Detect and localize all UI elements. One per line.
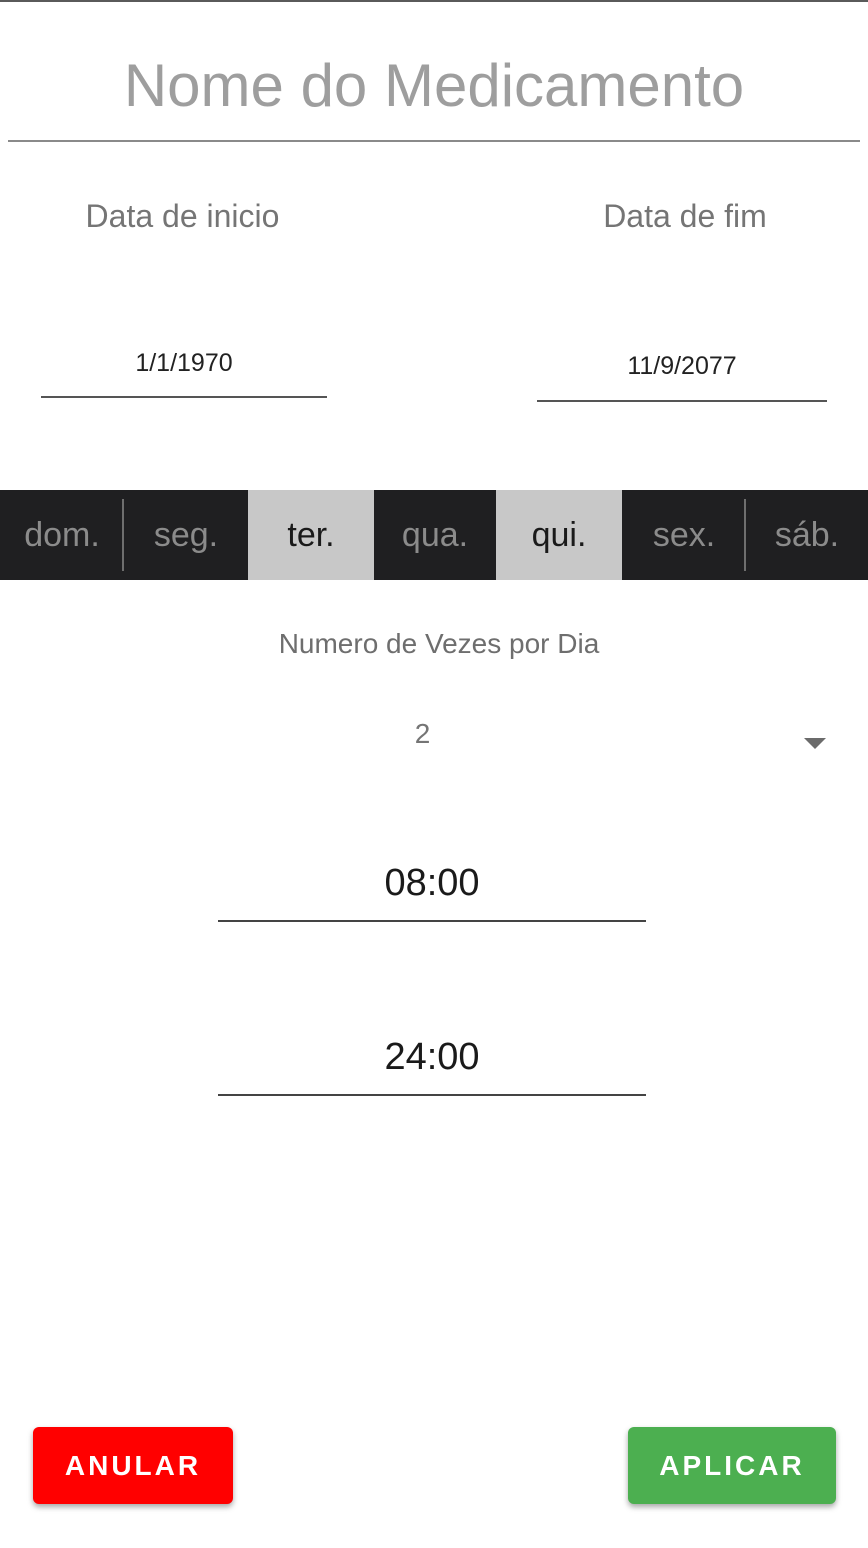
times-per-day-dropdown[interactable]: 2 (20, 700, 850, 780)
start-date-label: Data de inicio (85, 198, 280, 234)
dropdown-arrow-icon (804, 738, 826, 749)
weekday-toggle-ter[interactable]: ter. (248, 490, 374, 580)
start-date-field[interactable] (41, 340, 327, 398)
cancel-button[interactable]: ANULAR (33, 1427, 233, 1504)
weekday-selector: dom. seg. ter. qua. qui. sex. sáb. (0, 490, 868, 580)
time-field-2[interactable] (218, 1026, 646, 1096)
weekday-toggle-sab[interactable]: sáb. (746, 490, 868, 580)
medication-name-input[interactable] (8, 30, 860, 142)
end-date-label: Data de fim (603, 198, 767, 234)
times-per-day-label: Numero de Vezes por Dia (278, 628, 600, 659)
times-per-day-value: 2 (414, 718, 431, 749)
weekday-toggle-seg[interactable]: seg. (124, 490, 248, 580)
apply-button[interactable]: APLICAR (628, 1427, 836, 1504)
weekday-toggle-sex[interactable]: sex. (622, 490, 746, 580)
weekday-toggle-qui[interactable]: qui. (496, 490, 622, 580)
medication-form-screen: Data de inicio Data de fim dom. seg. ter… (0, 0, 868, 1548)
top-divider (0, 0, 868, 2)
weekday-toggle-qua[interactable]: qua. (374, 490, 496, 580)
weekday-toggle-dom[interactable]: dom. (0, 490, 124, 580)
time-field-1[interactable] (218, 852, 646, 922)
end-date-field[interactable] (537, 343, 827, 402)
